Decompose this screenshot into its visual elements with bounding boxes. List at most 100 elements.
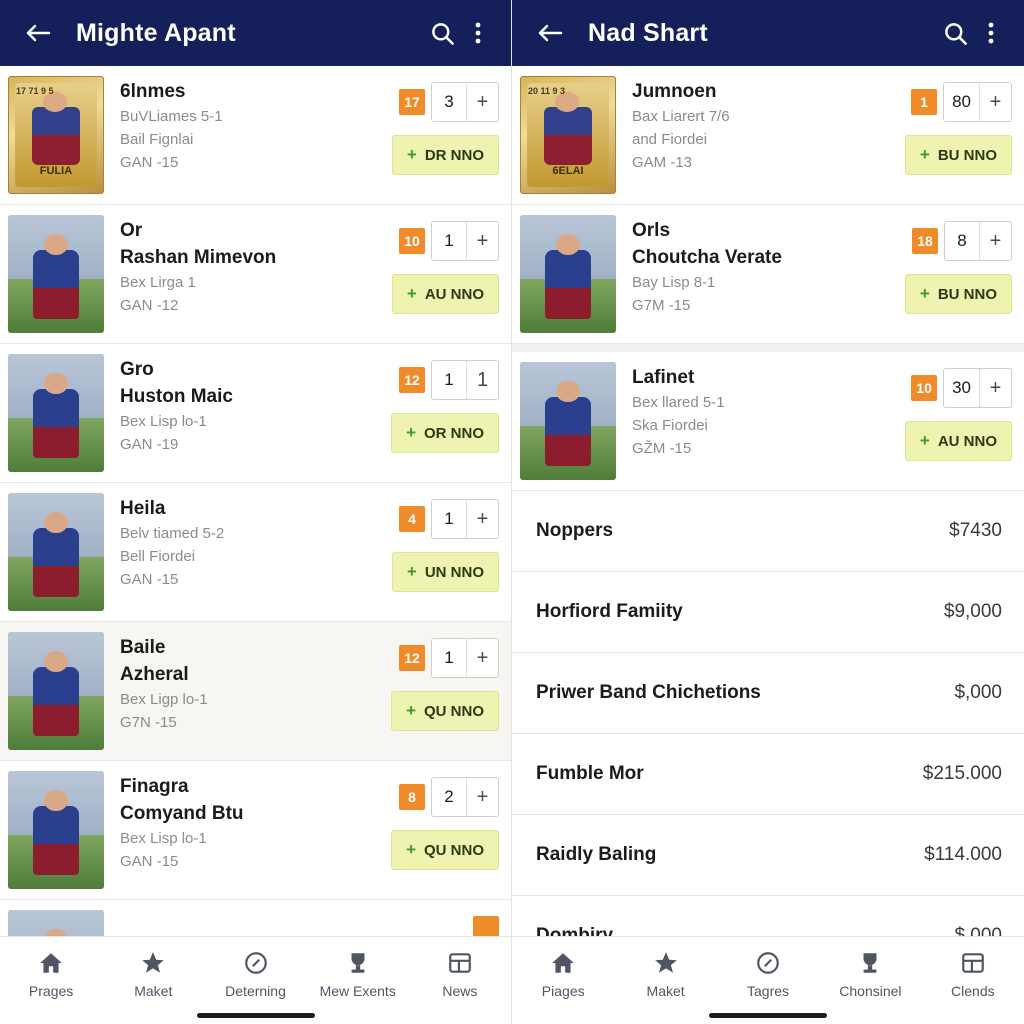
list-item[interactable]: Or Rashan Mimevon Bex Lirga 1 GAN -12 10… bbox=[0, 205, 511, 344]
item-subtitle-1: BuVLiames 5-1 bbox=[120, 108, 223, 125]
kebab-menu-icon[interactable] bbox=[463, 12, 493, 54]
quantity-stepper[interactable]: 3 + bbox=[431, 82, 499, 122]
count-badge: 4 bbox=[399, 506, 425, 532]
nav-item-market[interactable]: Maket bbox=[102, 949, 204, 999]
summary-label: Noppers bbox=[536, 520, 614, 541]
item-info: 6lnmes BuVLiames 5-1 Bail Fignlai GAN -1… bbox=[104, 76, 381, 194]
summary-row[interactable]: Priwer Band Chichetions $,000 bbox=[512, 653, 1024, 734]
item-subtitle-1: Bax Liarert 7/6 bbox=[632, 108, 730, 125]
quantity-stepper[interactable]: 1 + bbox=[431, 221, 499, 261]
buy-button[interactable]: + BU NNO bbox=[904, 135, 1012, 175]
quantity-stepper[interactable]: 1 + bbox=[431, 638, 499, 678]
nav-label: Clends bbox=[951, 983, 995, 999]
item-title: Baile bbox=[120, 637, 166, 658]
quantity-row: 10 1 + bbox=[399, 221, 499, 261]
nav-label: Prages bbox=[28, 983, 74, 999]
quantity-row: 4 1 + bbox=[399, 499, 499, 539]
list-item[interactable]: Gro Huston Maic Bex Lisp lo-1 GAN -19 12… bbox=[0, 344, 511, 483]
quantity-value: 1 bbox=[444, 648, 454, 667]
list-item[interactable]: 20 11 9 3 6ELAI Jumnoen Bax Liarert 7/6 … bbox=[512, 66, 1024, 205]
increment-button[interactable]: + bbox=[979, 369, 1011, 407]
quantity-stepper[interactable]: 1 + bbox=[431, 499, 499, 539]
quantity-stepper[interactable]: 1 1 bbox=[431, 360, 499, 400]
increment-button[interactable]: + bbox=[466, 222, 498, 260]
list-item[interactable]: Orls Choutcha Verate Baу Lisp 8-1 G7M -1… bbox=[512, 205, 1024, 344]
nav-item-events[interactable]: Mew Exents bbox=[307, 949, 409, 999]
item-actions bbox=[381, 910, 499, 936]
list-item[interactable]: 17 71 9 5 FULIA 6lnmes BuVLiames 5-1 Bai… bbox=[0, 66, 511, 205]
buy-button[interactable]: + QU NNO bbox=[391, 830, 499, 870]
back-arrow-icon[interactable] bbox=[18, 13, 58, 53]
right-app-bar: Nad Shart bbox=[512, 0, 1024, 66]
count-badge: 18 bbox=[912, 228, 938, 254]
item-subtitle-1: Belv tiamed 5-2 bbox=[120, 525, 225, 542]
nav-item-deterning[interactable]: Deterning bbox=[204, 949, 306, 999]
buy-button[interactable]: + OR NNO bbox=[391, 413, 499, 453]
nav-item-pages[interactable]: Prages bbox=[0, 949, 102, 999]
count-badge: 10 bbox=[399, 228, 425, 254]
buy-button[interactable]: + BU NNO bbox=[904, 274, 1012, 314]
quantity-row: 12 1 1 bbox=[399, 360, 499, 400]
list-item[interactable] bbox=[0, 900, 511, 936]
item-subtitle-3: GAN -15 bbox=[120, 571, 179, 588]
plus-icon: + bbox=[406, 145, 417, 164]
increment-button[interactable]: + bbox=[466, 778, 498, 816]
left-item-list[interactable]: 17 71 9 5 FULIA 6lnmes BuVLiames 5-1 Bai… bbox=[0, 66, 511, 936]
nav-item-clends[interactable]: Clends bbox=[922, 949, 1024, 999]
kebab-menu-icon[interactable] bbox=[976, 12, 1006, 54]
nav-item-channel[interactable]: Chonsinel bbox=[819, 949, 921, 999]
player-photo-thumbnail bbox=[8, 771, 104, 889]
summary-amount: $.000 bbox=[954, 925, 1002, 936]
nav-label: News bbox=[442, 983, 478, 999]
increment-button[interactable]: 1 bbox=[466, 361, 498, 399]
quantity-row bbox=[473, 916, 499, 936]
increment-button[interactable]: + bbox=[466, 639, 498, 677]
quantity-stepper[interactable]: 8 + bbox=[944, 221, 1012, 261]
buy-button[interactable]: + AU NNO bbox=[904, 421, 1012, 461]
right-bottom-nav[interactable]: Piages Maket Tagres Chonsinel Clends bbox=[512, 936, 1024, 1024]
plus-icon: + bbox=[919, 431, 930, 450]
player-card-thumbnail: 20 11 9 3 6ELAI bbox=[520, 76, 616, 194]
quantity-stepper[interactable]: 2 + bbox=[431, 777, 499, 817]
nav-item-pages[interactable]: Piages bbox=[512, 949, 614, 999]
back-arrow-icon[interactable] bbox=[530, 13, 570, 53]
list-item[interactable]: Heila Belv tiamed 5-2 Bell Fiordei GAN -… bbox=[0, 483, 511, 622]
item-actions: 18 8 + + BU NNO bbox=[894, 215, 1012, 333]
list-item[interactable]: Finagra Comyand Btu Bex Lisp lo-1 GAN -1… bbox=[0, 761, 511, 900]
buy-button[interactable]: + UN NNO bbox=[391, 552, 499, 592]
search-icon[interactable] bbox=[934, 12, 976, 54]
summary-row[interactable]: Fumble Mor $215.000 bbox=[512, 734, 1024, 815]
buy-button-label: QU NNO bbox=[424, 702, 484, 720]
item-title-2: Rashan Mimevon bbox=[120, 247, 277, 268]
increment-button[interactable]: + bbox=[466, 500, 498, 538]
count-badge: 8 bbox=[399, 784, 425, 810]
increment-button[interactable]: + bbox=[979, 222, 1011, 260]
buy-button-label: QU NNO bbox=[424, 841, 484, 859]
summary-row[interactable]: Raidly Baling $114.000 bbox=[512, 815, 1024, 896]
search-icon[interactable] bbox=[421, 12, 463, 54]
item-actions: 17 3 + + DR NNO bbox=[381, 76, 499, 194]
quantity-stepper[interactable]: 80 + bbox=[943, 82, 1012, 122]
right-item-list[interactable]: 20 11 9 3 6ELAI Jumnoen Bax Liarert 7/6 … bbox=[512, 66, 1024, 936]
increment-button[interactable]: + bbox=[979, 83, 1011, 121]
nav-item-market[interactable]: Maket bbox=[614, 949, 716, 999]
quantity-stepper[interactable]: 30 + bbox=[943, 368, 1012, 408]
buy-button[interactable]: + AU NNO bbox=[391, 274, 499, 314]
list-item[interactable]: Baile Azheral Bex Ligp lo-1 G7N -15 12 1… bbox=[0, 622, 511, 761]
summary-row[interactable]: Noppers $7430 bbox=[512, 491, 1024, 572]
buy-button[interactable]: + DR NNO bbox=[391, 135, 499, 175]
nav-item-news[interactable]: News bbox=[409, 949, 511, 999]
list-item[interactable]: Lafinet Bex llared 5-1 Ska Fiordei GŽM -… bbox=[512, 352, 1024, 491]
plus-icon: + bbox=[406, 562, 417, 581]
left-app-bar: Mighte Apant bbox=[0, 0, 511, 66]
increment-button[interactable]: + bbox=[466, 83, 498, 121]
nav-label: Maket bbox=[646, 983, 685, 999]
home-icon bbox=[37, 949, 65, 977]
left-bottom-nav[interactable]: Prages Maket Deterning Mew Exents News bbox=[0, 936, 511, 1024]
nav-item-tagres[interactable]: Tagres bbox=[717, 949, 819, 999]
left-pane: Mighte Apant 17 71 9 5 FULIA 6lnmes BuVL… bbox=[0, 0, 512, 1024]
summary-row[interactable]: Horfiord Famiity $9,000 bbox=[512, 572, 1024, 653]
card-stats: 17 71 9 5 bbox=[16, 86, 54, 96]
buy-button[interactable]: + QU NNO bbox=[391, 691, 499, 731]
summary-row[interactable]: Dombiry $.000 bbox=[512, 896, 1024, 936]
